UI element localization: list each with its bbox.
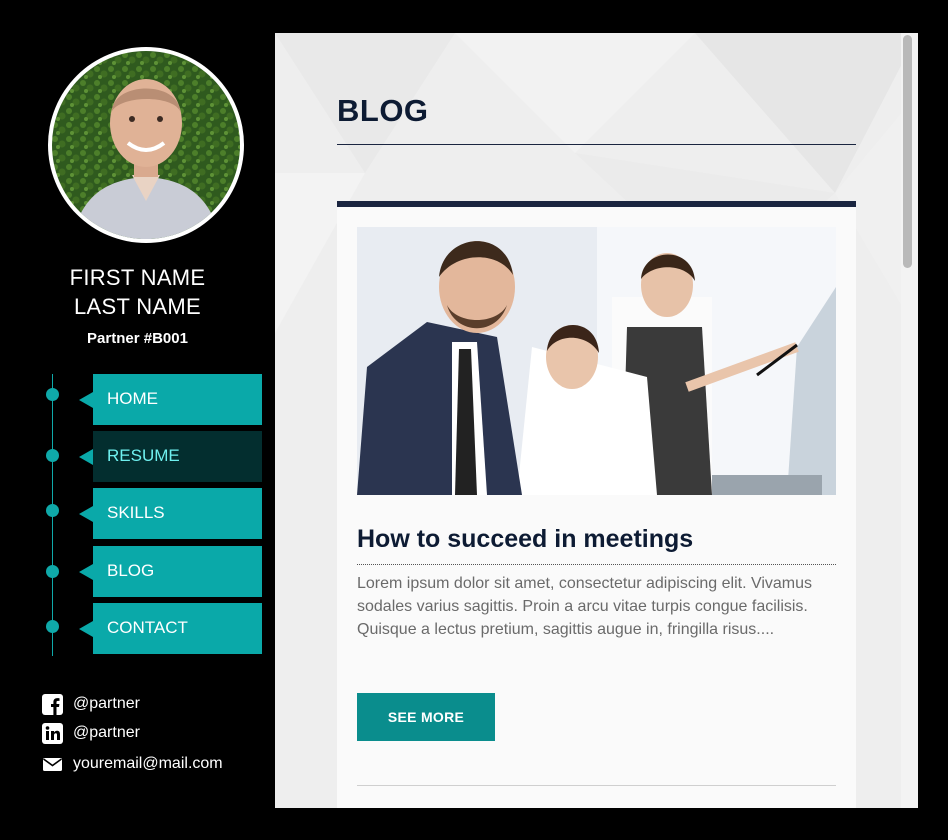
post-title-divider <box>357 564 836 565</box>
nav-item-label: BLOG <box>107 561 155 580</box>
scrollbar-thumb[interactable] <box>903 35 912 268</box>
nav-dot-skills <box>46 504 59 517</box>
envelope-icon <box>43 758 62 771</box>
partner-id: Partner #B001 <box>87 330 188 347</box>
nav-item-home[interactable]: HOME <box>79 374 262 425</box>
post-title[interactable]: How to succeed in meetings <box>357 525 693 554</box>
nav-item-label: CONTACT <box>107 618 188 637</box>
nav-dot-blog <box>46 565 59 578</box>
email-address: youremail@mail.com <box>73 755 223 772</box>
nav-item-resume[interactable]: RESUME <box>79 431 262 482</box>
nav-item-label: SKILLS <box>107 503 165 522</box>
sidebar: FIRST NAME LAST NAME Partner #B001 HOME … <box>0 0 275 840</box>
linkedin-handle: @partner <box>73 724 140 741</box>
last-name: LAST NAME <box>74 294 201 319</box>
title-divider <box>337 144 856 145</box>
nav-item-blog[interactable]: BLOG <box>79 546 262 597</box>
avatar <box>48 47 244 243</box>
linkedin-icon <box>42 723 63 744</box>
facebook-handle: @partner <box>73 695 140 712</box>
first-name: FIRST NAME <box>69 265 206 290</box>
nav-item-label: RESUME <box>107 446 180 465</box>
nav-item-label: HOME <box>107 389 158 408</box>
main-panel: BLOG How to succeed in meetings Lorem ip… <box>275 33 918 808</box>
nav-dot-home <box>46 388 59 401</box>
see-more-button[interactable]: SEE MORE <box>357 693 495 741</box>
page-title: BLOG <box>337 93 429 128</box>
post-excerpt: Lorem ipsum dolor sit amet, consectetur … <box>357 575 813 638</box>
post-image <box>357 227 836 495</box>
facebook-icon <box>42 694 63 715</box>
nav-item-skills[interactable]: SKILLS <box>79 488 262 539</box>
nav-dot-resume <box>46 449 59 462</box>
nav-dot-contact <box>46 620 59 633</box>
nav-item-contact[interactable]: CONTACT <box>79 603 262 654</box>
blog-post-card: How to succeed in meetings Lorem ipsum d… <box>337 201 856 808</box>
profile-photo <box>52 51 240 239</box>
card-divider <box>357 785 836 786</box>
